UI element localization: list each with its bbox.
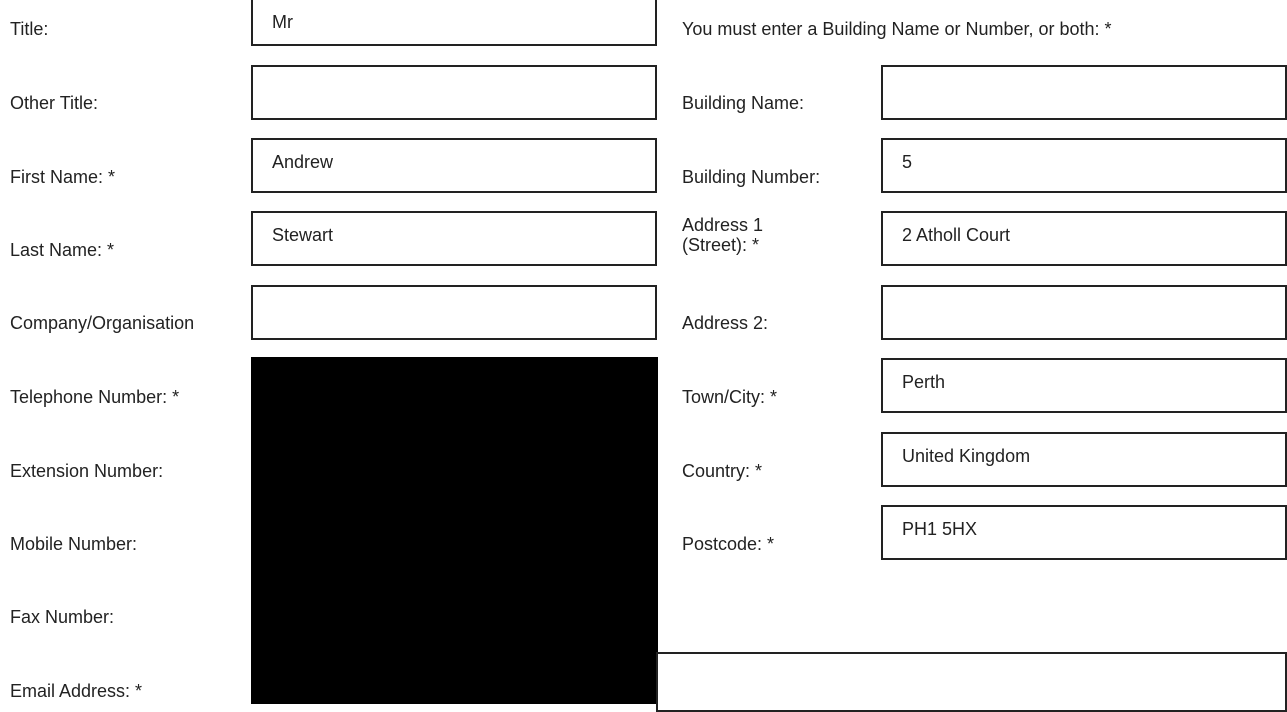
postcode-label: Postcode: * <box>682 534 775 554</box>
country-label: Country: * <box>682 461 763 481</box>
building-name-field[interactable] <box>881 65 1287 120</box>
mobile-label: Mobile Number: <box>10 534 138 554</box>
first-name-field[interactable]: Andrew <box>251 138 657 193</box>
other-title-field[interactable] <box>251 65 657 120</box>
redacted-contact-block <box>251 357 658 704</box>
building-name-label: Building Name: <box>682 93 805 113</box>
address2-field[interactable] <box>881 285 1287 340</box>
telephone-label: Telephone Number: * <box>10 387 180 407</box>
email-extension-box <box>656 652 1287 712</box>
first-name-label: First Name: * <box>10 167 116 187</box>
building-notice: You must enter a Building Name or Number… <box>682 19 1112 39</box>
fax-label: Fax Number: <box>10 607 115 627</box>
address1-field[interactable]: 2 Atholl Court <box>881 211 1287 266</box>
company-field[interactable] <box>251 285 657 340</box>
title-label: Title: <box>10 19 49 39</box>
address1-label-line2: (Street): * <box>682 235 760 255</box>
other-title-label: Other Title: <box>10 93 99 113</box>
postcode-field[interactable]: PH1 5HX <box>881 505 1287 560</box>
company-label: Company/Organisation <box>10 313 195 333</box>
country-field[interactable]: United Kingdom <box>881 432 1287 487</box>
town-label: Town/City: * <box>682 387 778 407</box>
last-name-field[interactable]: Stewart <box>251 211 657 266</box>
address1-label-line1: Address 1 <box>682 215 764 235</box>
building-number-field[interactable]: 5 <box>881 138 1287 193</box>
building-number-label: Building Number: <box>682 167 821 187</box>
town-field[interactable]: Perth <box>881 358 1287 413</box>
extension-label: Extension Number: <box>10 461 164 481</box>
title-field[interactable]: Mr <box>251 0 657 46</box>
address2-label: Address 2: <box>682 313 769 333</box>
last-name-label: Last Name: * <box>10 240 115 260</box>
email-label: Email Address: * <box>10 681 143 701</box>
